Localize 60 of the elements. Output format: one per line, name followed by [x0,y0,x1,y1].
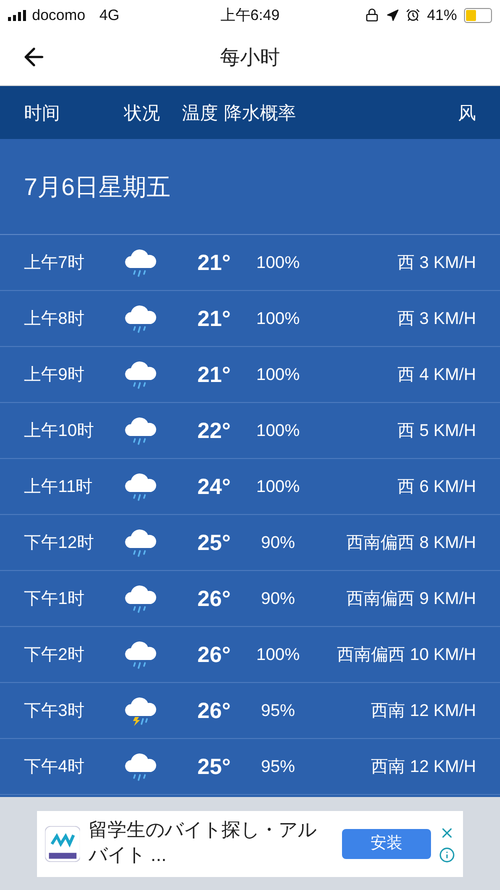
column-header: 降水概率 [224,102,297,124]
hour-label: 上午11时 [24,476,94,498]
hour-label: 下午3时 [24,700,86,722]
app-logo-icon [45,826,80,862]
alarm-icon [406,8,420,22]
column-header: 温度 [182,102,219,124]
wind-speed: 西 6 KM/H [396,476,476,498]
wind-speed: 西 3 KM/H [396,308,476,330]
wind-speed: 西南偏西 8 KM/H [346,532,476,554]
precipitation-chance: 100% [255,476,301,496]
precipitation-chance: 100% [255,364,301,384]
page-title: 每小时 [220,46,280,71]
temperature: 26° [196,698,232,724]
column-header: 状况 [124,102,161,124]
temperature: 25° [196,530,232,556]
temperature: 21° [196,362,232,388]
wind-speed: 西 5 KM/H [396,420,476,442]
precipitation-chance: 100% [255,420,301,440]
precipitation-chance: 100% [255,308,301,328]
temperature: 26° [196,586,232,612]
date-heading: 7月6日星期五 [24,172,171,202]
temperature: 25° [196,754,232,780]
info-icon[interactable] [439,846,455,862]
clock: 上午6:49 [220,6,280,24]
temperature: 24° [196,474,232,500]
ad-banner[interactable]: 留学生のバイト探し・アルバイト ... 安装 [37,810,463,876]
hour-label: 上午8时 [24,308,86,330]
precipitation-chance: 95% [260,756,296,776]
hour-label: 上午9时 [24,364,86,386]
wind-speed: 西南 12 KM/H [370,756,476,778]
signal-icon [8,10,26,20]
temperature: 21° [196,306,232,332]
precipitation-chance: 95% [260,700,296,720]
precipitation-chance: 90% [260,588,296,608]
precipitation-chance: 100% [255,252,301,272]
wind-speed: 西南偏西 9 KM/H [346,588,476,610]
wind-speed: 西南偏西 10 KM/H [336,644,476,666]
hour-label: 下午1时 [24,588,86,610]
install-button[interactable]: 安装 [342,828,431,858]
temperature: 22° [196,418,232,444]
hour-label: 下午4时 [24,756,86,778]
battery-icon [464,8,492,22]
wind-speed: 西 3 KM/H [396,252,476,274]
column-header: 时间 [24,102,61,124]
carrier: docomo [32,6,86,24]
temperature: 26° [196,642,232,668]
temperature: 21° [196,250,232,276]
hour-label: 上午7时 [24,252,86,274]
wind-speed: 西 4 KM/H [396,364,476,386]
battery-percent: 41% [426,6,457,24]
wind-speed: 西南 12 KM/H [370,700,476,722]
hour-label: 下午2时 [24,644,86,666]
precipitation-chance: 100% [255,644,301,664]
precipitation-chance: 90% [260,532,296,552]
hour-label: 下午12时 [24,532,95,554]
location-icon [386,8,399,22]
ad-text: 留学生のバイト探し・アルバイト ... [88,818,318,868]
network-type: 4G [99,6,120,24]
column-header: 风 [457,102,476,124]
hour-label: 上午10时 [24,420,95,442]
